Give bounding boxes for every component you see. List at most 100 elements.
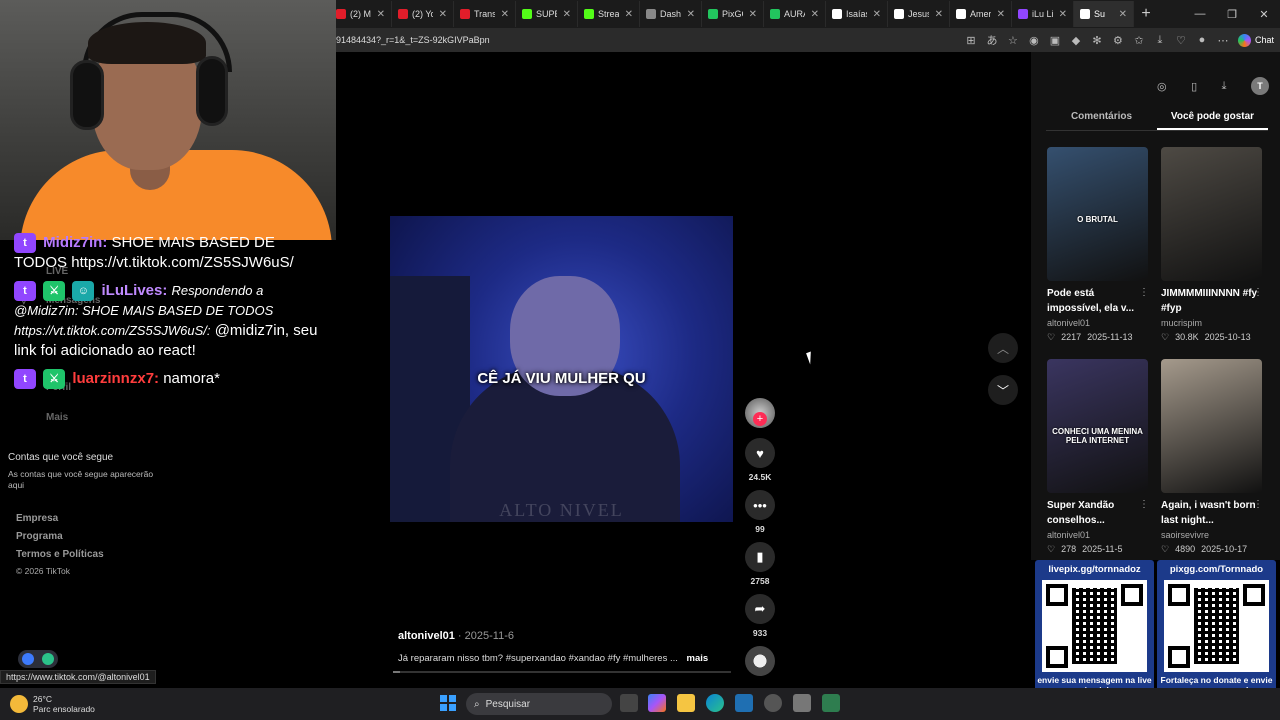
previous-video-button[interactable]: ︿: [988, 333, 1018, 363]
footer-link-program[interactable]: Programa: [16, 531, 63, 542]
browser-tab[interactable]: Su ✕: [1074, 1, 1134, 27]
new-tab-button[interactable]: +: [1134, 5, 1158, 23]
mini-app-pill[interactable]: [18, 650, 58, 668]
browser-tab[interactable]: Dashb ✕: [640, 1, 702, 27]
task-view-icon[interactable]: [620, 694, 638, 712]
tab-close-icon[interactable]: ✕: [811, 9, 819, 20]
follow-plus-icon[interactable]: +: [753, 412, 767, 426]
card-author[interactable]: altonivel01: [1047, 530, 1149, 540]
compass-icon[interactable]: ◎: [1157, 80, 1167, 93]
like-button[interactable]: ♥ 24.5K: [743, 438, 777, 482]
tab-close-icon[interactable]: ✕: [625, 9, 633, 20]
extension-icon[interactable]: ⚙: [1112, 34, 1124, 47]
favorites-icon[interactable]: ✩: [1133, 34, 1145, 47]
author-name[interactable]: altonivel01: [398, 630, 455, 642]
card-author[interactable]: saoirsevivre: [1161, 530, 1263, 540]
minimize-button[interactable]: —: [1184, 8, 1216, 21]
edge-browser-icon[interactable]: [706, 694, 724, 712]
url-field[interactable]: 91484434?_r=1&_t=ZS-92kGIVPaBpn: [336, 35, 965, 45]
tab-close-icon[interactable]: ✕: [1059, 9, 1067, 20]
tab-close-icon[interactable]: ✕: [935, 9, 943, 20]
save-button[interactable]: ▮ 2758: [743, 542, 777, 586]
video-progress-bar[interactable]: [393, 671, 731, 673]
file-explorer-icon[interactable]: [677, 694, 695, 712]
translate-icon[interactable]: あ: [986, 34, 998, 47]
browser-tab[interactable]: (2) Me ✕: [330, 1, 392, 27]
comment-button[interactable]: ••• 99: [743, 490, 777, 534]
tab-close-icon[interactable]: ✕: [377, 9, 385, 20]
sidebar-item-more[interactable]: Mais: [46, 412, 68, 423]
footer-link-terms[interactable]: Termos e Políticas: [16, 549, 104, 560]
tab-close-icon[interactable]: ✕: [687, 9, 695, 20]
extension-icon[interactable]: ▣: [1049, 34, 1061, 47]
tab-close-icon[interactable]: ✕: [749, 9, 757, 20]
tab-close-icon[interactable]: ✕: [1119, 9, 1127, 20]
video-thumbnail[interactable]: [1161, 359, 1262, 493]
share-button[interactable]: ➦ 933: [743, 594, 777, 638]
browser-tab[interactable]: PixGG ✕: [702, 1, 764, 27]
weather-widget[interactable]: 26°C Parc ensolarado: [10, 694, 95, 714]
qr-finder: [1168, 646, 1190, 668]
tab-close-icon[interactable]: ✕: [439, 9, 447, 20]
tab-close-icon[interactable]: ✕: [873, 9, 881, 20]
extension-icon[interactable]: ◉: [1028, 34, 1040, 47]
footer-link-company[interactable]: Empresa: [16, 513, 58, 524]
more-options-icon[interactable]: ⋮: [1139, 287, 1149, 298]
browser-essentials-icon[interactable]: ♡: [1175, 34, 1187, 47]
browser-tab[interactable]: AURA ✕: [764, 1, 826, 27]
card-author[interactable]: altonivel01: [1047, 318, 1149, 328]
app-icon: [42, 653, 54, 665]
card-likes: 2217: [1061, 332, 1082, 342]
browser-tab[interactable]: SUPER ✕: [516, 1, 578, 27]
tab-close-icon[interactable]: ✕: [563, 9, 571, 20]
split-screen-icon[interactable]: ⊞: [965, 34, 977, 47]
maximize-button[interactable]: ❐: [1216, 8, 1248, 21]
video-player[interactable]: CÊ JÁ VIU MULHER QU ALTO NIVEL: [390, 216, 733, 522]
video-thumbnail[interactable]: [1161, 147, 1262, 281]
taskbar-search[interactable]: ⌕ Pesquisar: [466, 693, 612, 715]
recommended-video-card[interactable]: ⋮ JIMMMMIIINNNN #fy #fyp mucrispim ♡ 30.8K 20…: [1161, 147, 1263, 343]
browser-tab[interactable]: (2) You ✕: [392, 1, 454, 27]
more-link[interactable]: mais: [687, 653, 709, 664]
more-options-icon[interactable]: ⋮: [1253, 499, 1263, 510]
mobile-icon[interactable]: ▯: [1191, 80, 1197, 93]
extension-icon[interactable]: ◆: [1070, 34, 1082, 47]
browser-tab[interactable]: iLu Liv ✕: [1012, 1, 1074, 27]
app-icon[interactable]: [822, 694, 840, 712]
card-date: 2025-10-13: [1204, 332, 1251, 342]
chat-text: namora*: [163, 370, 220, 388]
favorite-star-icon[interactable]: ☆: [1007, 34, 1019, 47]
recommended-video-card[interactable]: O BRUTAL ⋮ Pode está impossível, ela v... a…: [1047, 147, 1149, 343]
browser-tab[interactable]: Ameri ✕: [950, 1, 1012, 27]
obs-app-icon[interactable]: [764, 694, 782, 712]
photos-app-icon[interactable]: [735, 694, 753, 712]
copilot-chat-button[interactable]: Chat: [1237, 33, 1274, 47]
tab-close-icon[interactable]: ✕: [997, 9, 1005, 20]
copilot-app-icon[interactable]: [648, 694, 666, 712]
recommended-video-card[interactable]: CONHECI UMA MENINA PELA INTERNET ⋮ Super X…: [1047, 359, 1149, 555]
more-options-icon[interactable]: ⋮: [1139, 499, 1149, 510]
video-thumbnail[interactable]: O BRUTAL: [1047, 147, 1148, 281]
tab-comments[interactable]: Comentários: [1046, 108, 1157, 130]
browser-tab[interactable]: Jesus C ✕: [888, 1, 950, 27]
more-menu-icon[interactable]: ⋯: [1217, 34, 1229, 47]
next-video-button[interactable]: ﹀: [988, 375, 1018, 405]
tab-you-may-like[interactable]: Você pode gostar: [1157, 108, 1268, 130]
download-icon[interactable]: ⤓: [1222, 80, 1227, 93]
settings-gear-icon[interactable]: [793, 694, 811, 712]
music-disc-icon[interactable]: [745, 646, 775, 676]
downloads-icon[interactable]: ⤓: [1154, 34, 1166, 46]
profile-avatar-icon[interactable]: ●: [1196, 34, 1208, 46]
start-button-icon[interactable]: [440, 695, 456, 711]
browser-tab[interactable]: Isaías ✕: [826, 1, 888, 27]
tab-close-icon[interactable]: ✕: [501, 9, 509, 20]
close-window-button[interactable]: ✕: [1248, 8, 1280, 21]
more-options-icon[interactable]: ⋮: [1253, 287, 1263, 298]
card-author[interactable]: mucrispim: [1161, 318, 1263, 328]
recommended-video-card[interactable]: ⋮ Again, i wasn't born last night... saoir…: [1161, 359, 1263, 555]
user-avatar[interactable]: T: [1251, 77, 1269, 95]
browser-tab[interactable]: Stream ✕: [578, 1, 640, 27]
video-thumbnail[interactable]: CONHECI UMA MENINA PELA INTERNET: [1047, 359, 1148, 493]
browser-tab[interactable]: Transm ✕: [454, 1, 516, 27]
extensions-puzzle-icon[interactable]: ✻: [1091, 34, 1103, 47]
